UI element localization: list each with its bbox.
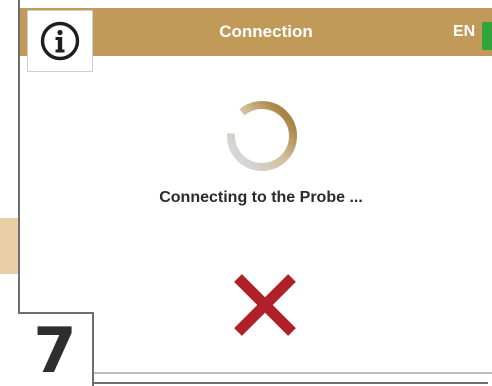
screen: Connection EN Connecting to the Probe ..… <box>0 0 492 386</box>
info-button[interactable] <box>27 10 93 72</box>
loading-spinner-icon <box>227 101 297 171</box>
step-number: 7 <box>33 314 77 386</box>
battery-cell <box>482 22 492 50</box>
language-selector[interactable]: EN <box>453 8 475 56</box>
battery-icon <box>482 22 492 50</box>
close-x-icon[interactable] <box>230 270 300 340</box>
connection-status-text: Connecting to the Probe ... <box>159 189 363 206</box>
side-tab <box>0 218 18 274</box>
step-number-badge: 7 <box>18 312 94 386</box>
divider <box>94 372 492 374</box>
info-icon <box>40 21 80 61</box>
